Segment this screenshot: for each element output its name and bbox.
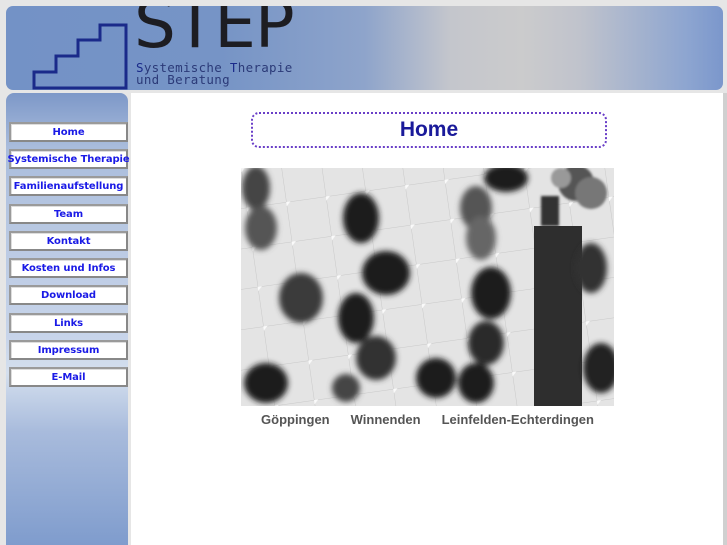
- logo-tagline: Systemische Therapie und Beratung: [136, 60, 293, 87]
- nav-familienaufstellung[interactable]: Familienaufstellung: [9, 176, 128, 196]
- nav-kosten-und-infos[interactable]: Kosten und Infos: [9, 258, 128, 278]
- site-header: STEP Systemische Therapie und Beratung: [6, 6, 723, 90]
- nav-links[interactable]: Links: [9, 313, 128, 333]
- nav-label: Download: [41, 289, 96, 301]
- nav-label: Kosten und Infos: [21, 262, 116, 274]
- sidebar-nav: Home Systemische Therapie Familienaufste…: [6, 93, 130, 545]
- nav-download[interactable]: Download: [9, 285, 128, 305]
- nav-label: Links: [53, 317, 84, 329]
- nav-label: E-Mail: [51, 371, 86, 383]
- location-goeppingen: Göppingen: [261, 412, 330, 427]
- page-title-box: Home: [251, 112, 607, 148]
- nav-impressum[interactable]: Impressum: [9, 340, 128, 360]
- location-winnenden: Winnenden: [350, 412, 421, 427]
- nav-label: Impressum: [37, 344, 100, 356]
- page-title: Home: [399, 118, 459, 141]
- nav-kontakt[interactable]: Kontakt: [9, 231, 128, 251]
- nav-label: Home: [52, 126, 85, 138]
- logo-wordmark: STEP: [134, 6, 295, 63]
- crowd-photo-illustration: [241, 168, 614, 406]
- nav-label: Kontakt: [46, 235, 91, 247]
- hero-photo: [241, 168, 614, 406]
- location-leinfelden-echterdingen: Leinfelden-Echterdingen: [441, 412, 594, 427]
- page-border: [723, 93, 727, 545]
- nav-label: Familienaufstellung: [13, 180, 124, 192]
- nav-label: Systemische Therapie: [7, 153, 130, 165]
- locations-list: Göppingen Winnenden Leinfelden-Echterdin…: [241, 412, 614, 427]
- nav-home[interactable]: Home: [9, 122, 128, 142]
- nav-email[interactable]: E-Mail: [9, 367, 128, 387]
- nav-team[interactable]: Team: [9, 204, 128, 224]
- nav-systemische-therapie[interactable]: Systemische Therapie: [7, 149, 130, 169]
- stairs-logo-icon: [32, 23, 128, 90]
- nav-label: Team: [53, 208, 84, 220]
- main-content: Home Göppingen Winnenden Leinfelden-Echt…: [131, 93, 723, 545]
